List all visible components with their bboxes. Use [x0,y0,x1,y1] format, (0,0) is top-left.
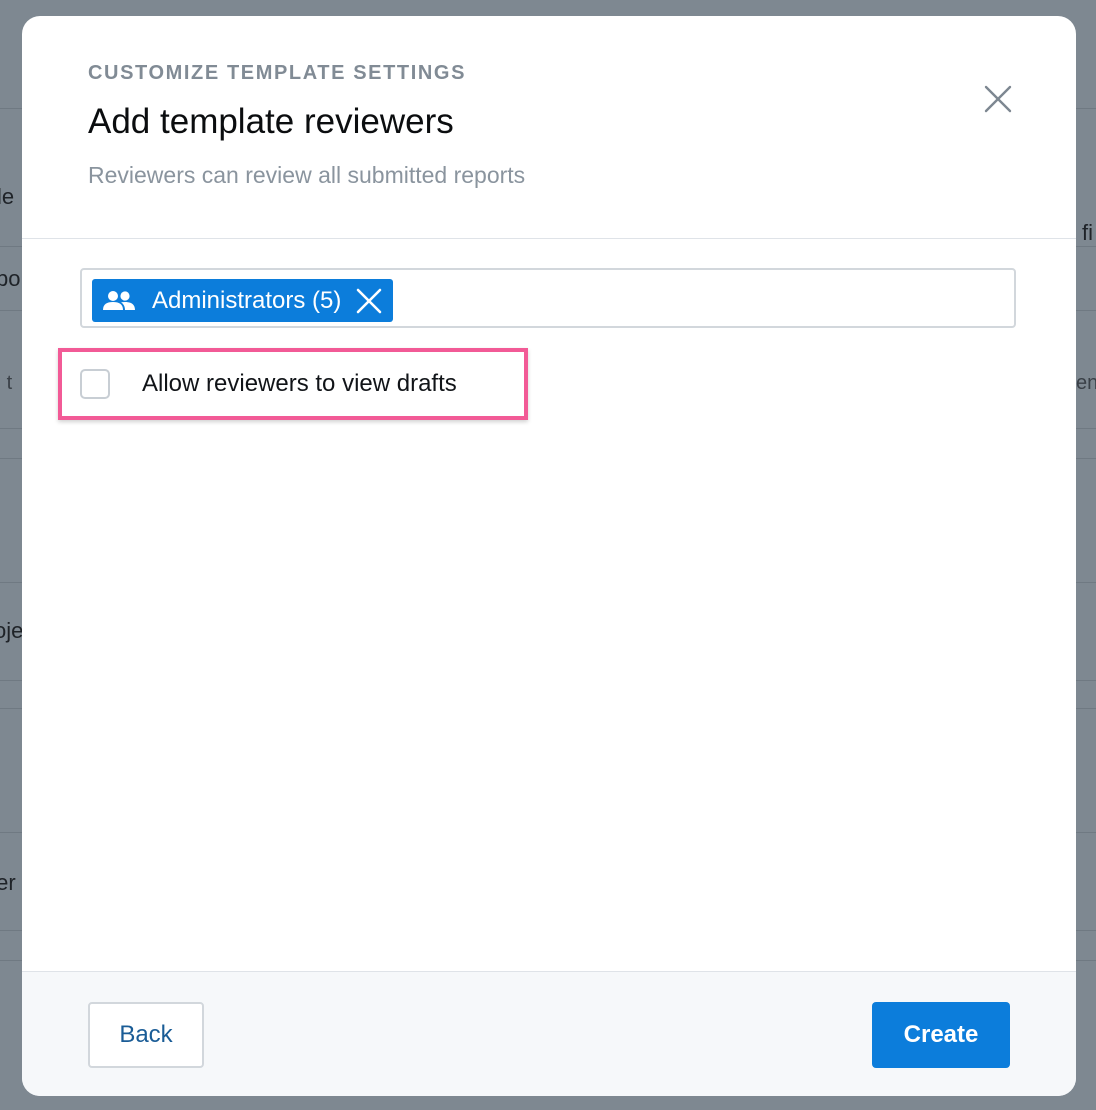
group-icon [103,290,135,310]
bg-text-fragment: en [1076,372,1096,394]
bg-text-fragment: ter [0,870,16,895]
close-button[interactable] [982,83,1014,115]
modal-footer: Back Create [22,971,1076,1096]
reviewer-select-input[interactable]: Administrators (5) [80,268,1016,328]
bg-text-fragment: fi [1082,220,1093,245]
modal-header: CUSTOMIZE TEMPLATE SETTINGS Add template… [22,16,1076,239]
allow-drafts-option[interactable]: Allow reviewers to view drafts [80,369,457,399]
close-icon [357,288,382,313]
bg-text-fragment: itle [0,184,15,209]
back-button[interactable]: Back [88,1002,204,1068]
close-icon [984,85,1012,113]
modal-dialog: CUSTOMIZE TEMPLATE SETTINGS Add template… [22,16,1076,1096]
modal-eyebrow: CUSTOMIZE TEMPLATE SETTINGS [88,62,467,84]
bg-text-fragment: po [0,266,21,291]
modal-title: Add template reviewers [88,102,454,141]
reviewer-chip: Administrators (5) [92,279,394,322]
allow-drafts-checkbox[interactable] [80,369,110,399]
reviewer-chip-label: Administrators (5) [152,286,342,314]
reviewer-chip-remove-button[interactable] [355,287,383,315]
modal-subtitle: Reviewers can review all submitted repor… [88,162,526,188]
create-button[interactable]: Create [872,1002,1010,1068]
bg-text-fragment: d t [0,372,13,394]
bg-text-fragment: oje [0,618,24,643]
allow-drafts-label: Allow reviewers to view drafts [142,370,457,397]
